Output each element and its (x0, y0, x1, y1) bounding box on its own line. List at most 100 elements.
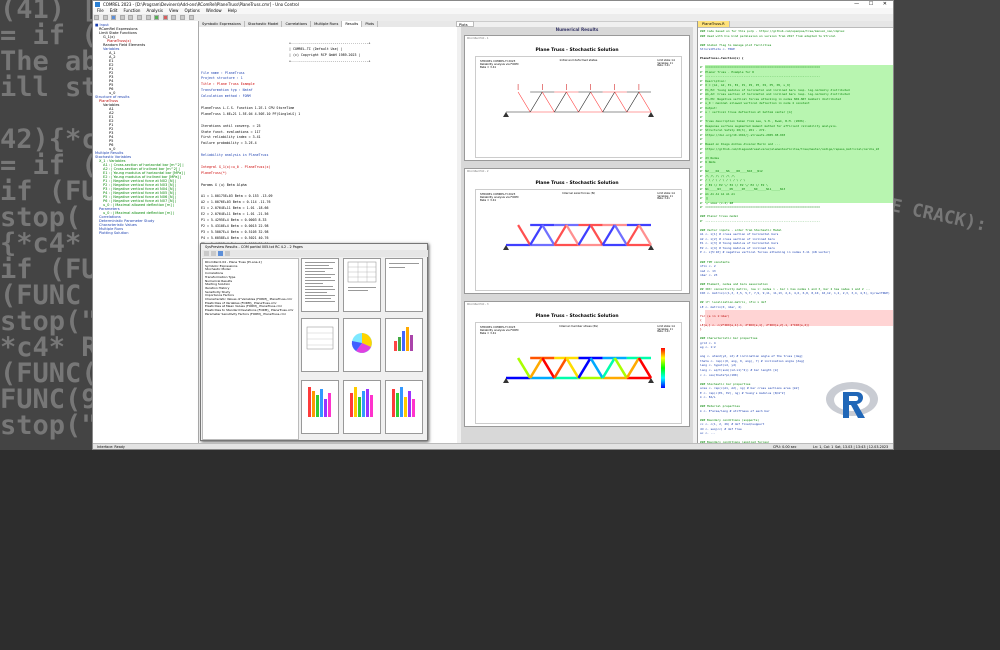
plot-page-2[interactable]: RComRel Plot - 2 Plane Truss - Stochastic… (464, 168, 690, 294)
preview-zoom-in-icon (204, 251, 209, 256)
output-line: Project structure : 1 (201, 76, 243, 81)
truss-bar (516, 357, 532, 379)
output-line: File name : PlaneTruss (201, 70, 245, 75)
numerical-results-title: Numerical Results (555, 27, 599, 32)
truss-bar (565, 357, 580, 379)
menu-item-options[interactable]: Options (184, 8, 199, 13)
editor-tab-bar: PlaneTruss.R (698, 21, 893, 28)
truss-bar (517, 224, 532, 246)
code-line: for (e in 1:nbar) (700, 313, 730, 318)
truss-bar (554, 91, 567, 113)
output-line: Title : Plane Truss Example (201, 82, 255, 87)
code-line: #' https://github.com/diegoandresalvarez… (700, 146, 880, 151)
colorbar (661, 348, 665, 388)
output-line: P4 = 5.6058E+4 Beta = 0.5021 40.76 (201, 235, 269, 240)
menu-item-view[interactable]: View (169, 8, 179, 13)
plot-page-3[interactable]: RComRel Plot - 3 Plane Truss - Stochastic… (464, 301, 690, 427)
table-icon[interactable] (179, 15, 185, 20)
thumbnail-page-6[interactable] (385, 318, 423, 372)
truss-bar (601, 357, 616, 379)
open-file-icon[interactable] (102, 15, 108, 20)
paste-icon[interactable] (145, 15, 151, 20)
truss-bar (625, 224, 640, 246)
thumbnail-page-1[interactable] (301, 258, 339, 312)
menu-item-file[interactable]: File (97, 8, 104, 13)
output-line: Reliability analysis in PlaneTruss (201, 153, 269, 158)
comrel-window: COMREL 2023 - [D:\Program\Deviners\Add-o… (92, 0, 894, 450)
output-line: State funct. evaluations = 117 (201, 129, 261, 134)
new-file-icon[interactable] (94, 15, 99, 20)
truss-bar (541, 224, 556, 246)
code-line: #' -------------------------------------… (700, 218, 821, 223)
truss-bar (637, 224, 652, 246)
output-line: PlaneTruss 1.6E+21 1.5E-04 4.50E-10 PF(S… (201, 111, 301, 116)
thumbnail-page-7[interactable] (301, 380, 339, 434)
output-line: E2 = 2.0764E+11 Beta = 1.01 -21.56 (201, 212, 269, 217)
truss-bar (590, 91, 603, 113)
output-line: Transformation typ : Nataf (201, 88, 253, 93)
editor-tab[interactable]: PlaneTruss.R (698, 21, 730, 27)
truss-bar (553, 224, 568, 246)
window-controls[interactable]: — ☐ ✕ (854, 1, 891, 7)
code-line: LE[e,] <- c(2*IDX[e,1]-1, 2*IDX[e,1], 2*… (700, 322, 810, 327)
thumbnail-page-3[interactable] (385, 258, 423, 312)
plot-title: Plane Truss - Stochastic Solution (535, 48, 619, 53)
plot-page-header: RComRel Plot - 2 (467, 170, 489, 173)
code-line: PlaneTruss<-function(x) { (700, 56, 744, 61)
copy-icon[interactable] (136, 15, 142, 20)
menu-item-function[interactable]: Function (123, 8, 140, 13)
truss-bar (613, 224, 628, 246)
truss-bar (529, 91, 543, 113)
plot-page-1[interactable]: RComRel Plot - 1 Plane Truss - Stochastic… (464, 35, 690, 161)
print-icon[interactable] (119, 15, 125, 20)
truss-drawing (503, 223, 654, 250)
menu-item-analysis[interactable]: Analysis (146, 8, 162, 13)
thumbnail-page-8[interactable] (343, 380, 381, 434)
status-cpu: CPU: 0.00 sec (773, 445, 797, 449)
code-line: #' =====================================… (700, 205, 821, 210)
thumbnail-page-5[interactable] (343, 318, 381, 372)
support-left (503, 112, 509, 117)
output-line: PlaneTruss L.C.S. Function 1.2E-1 CPU St… (201, 105, 295, 110)
stop-icon[interactable] (162, 15, 168, 20)
truss-bar (626, 91, 640, 113)
status-datetime: Sat, 13.03 | 13:43 | 12.03.2023 (835, 445, 889, 449)
thumbnail-page-2[interactable] (343, 258, 381, 312)
output-line: PlaneTruss(*) (201, 170, 227, 175)
menu-item-window[interactable]: Window (206, 8, 222, 13)
output-line: | (c) Copyright RCP GmbH 1989-2023 | (289, 52, 361, 57)
truss-bar (601, 224, 616, 246)
thumbnail-page-9[interactable] (385, 380, 423, 434)
code-line: LE <- matrix(0, nbar, 4) (700, 304, 742, 309)
code-line: ### Code based on for this purp - https:… (700, 29, 845, 33)
settings-icon[interactable] (188, 15, 194, 20)
code-line: nbar <- 23 (700, 273, 718, 278)
truss-bar (517, 91, 531, 113)
tree-item[interactable]: Plotting Solution (99, 231, 129, 235)
truss-drawing (503, 348, 665, 388)
code-line: } (700, 327, 702, 332)
menu-item-help[interactable]: Help (228, 8, 237, 13)
output-line: P1 = 5.4295E+4 Beta = 0.0003 8.33 (201, 218, 267, 222)
preview-toolbar (202, 250, 428, 257)
truss-bar (625, 357, 641, 379)
menu-item-edit[interactable]: Edit (110, 8, 118, 13)
code-line: nfix <- 2 (700, 264, 716, 269)
truss-bar (638, 91, 652, 113)
run-icon[interactable] (154, 15, 160, 20)
code-line: k <- E*area/long # stiffness of each bar (700, 408, 770, 413)
output-line: A2 = 1.0076E+03 Beta = 0.114 -11.76 (201, 200, 271, 205)
save-icon[interactable] (111, 15, 117, 20)
thumbnail-page-4[interactable] (301, 318, 339, 372)
truss-bar (577, 224, 592, 246)
preview-window[interactable]: SysPreview Results - COM partial 005.txt… (200, 243, 428, 441)
cut-icon[interactable] (128, 15, 134, 20)
plot-title: Plane Truss - Stochastic Solution (535, 181, 619, 186)
output-line: A1 = 1.00175E+03 Beta = 0.153 -13.09 (201, 194, 273, 199)
desktop-empty-area (0, 450, 1000, 650)
app-icon (95, 2, 100, 7)
output-line: Calculation method : FORM (201, 94, 251, 99)
output-line: Iterations until converg. = 23 (201, 123, 261, 128)
chart-icon[interactable] (171, 15, 177, 20)
truss-bar (541, 91, 555, 113)
